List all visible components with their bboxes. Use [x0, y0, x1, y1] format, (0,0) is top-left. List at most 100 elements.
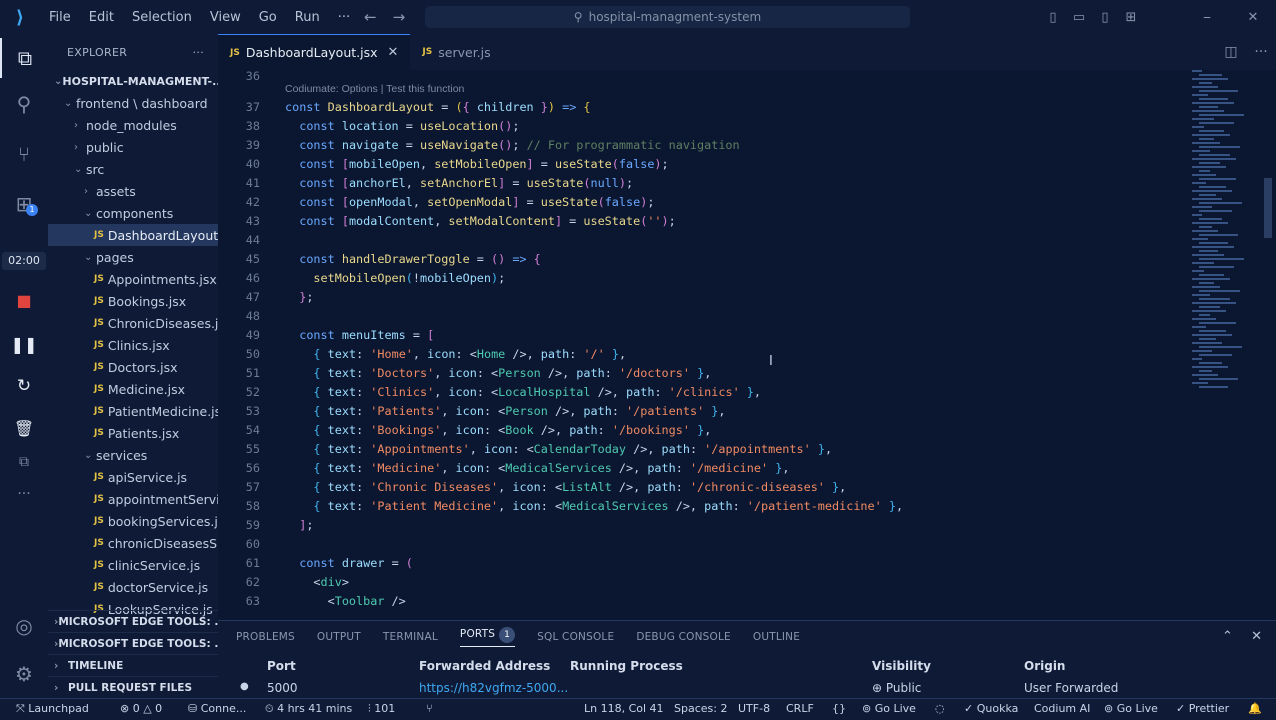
- status-encoding[interactable]: UTF-8: [738, 702, 770, 715]
- code-line[interactable]: 53 { text: 'Patients', icon: <Person />,…: [218, 402, 1188, 421]
- file-tree-item[interactable]: JS apiService.js: [48, 466, 218, 488]
- code-line[interactable]: 36: [218, 70, 1188, 86]
- panel-tab-terminal[interactable]: TERMINAL: [383, 631, 438, 643]
- pause-icon[interactable]: ❚❚: [0, 324, 48, 364]
- explorer-more-icon[interactable]: ···: [193, 46, 204, 59]
- file-tree-item[interactable]: JS chronicDiseasesS...: [48, 532, 218, 554]
- code-line[interactable]: 39 const navigate = useNavigate(); // Fo…: [218, 136, 1188, 155]
- file-tree-item[interactable]: JS Medicine.jsx: [48, 378, 218, 400]
- panel-tab-outline[interactable]: OUTLINE: [753, 631, 800, 643]
- menu-item[interactable]: Run: [286, 10, 329, 25]
- folder-tree-item[interactable]: › node_modules: [48, 114, 218, 136]
- menu-item[interactable]: View: [201, 10, 250, 25]
- menu-item[interactable]: Selection: [123, 10, 201, 25]
- close-panel-icon[interactable]: ✕: [1251, 629, 1262, 644]
- stop-recording-icon[interactable]: ■: [0, 280, 48, 320]
- code-line[interactable]: 55 { text: 'Appointments', icon: <Calend…: [218, 440, 1188, 459]
- more-icon[interactable]: ···: [0, 474, 48, 514]
- folder-tree-item[interactable]: ⌄ frontend \ dashboard: [48, 92, 218, 114]
- minimize-icon[interactable]: ⎯: [1184, 10, 1230, 25]
- code-line[interactable]: 47 };: [218, 288, 1188, 307]
- menu-item[interactable]: ···: [329, 10, 359, 25]
- status-problems[interactable]: ⊗ 0 △ 0: [120, 702, 162, 715]
- search-view-icon[interactable]: ⚲: [0, 84, 48, 124]
- menu-item[interactable]: Go: [250, 10, 286, 25]
- close-window-icon[interactable]: ✕: [1230, 10, 1276, 25]
- status-prettier[interactable]: ✓ Prettier: [1176, 702, 1229, 715]
- minimap[interactable]: [1188, 70, 1276, 620]
- code-line[interactable]: 54 { text: 'Bookings', icon: <Book />, p…: [218, 421, 1188, 440]
- status-eol[interactable]: CRLF: [786, 702, 814, 715]
- code-line[interactable]: 44: [218, 231, 1188, 250]
- folder-tree-item[interactable]: ⌄ src: [48, 158, 218, 180]
- status-check-icon[interactable]: ◌: [935, 702, 945, 715]
- file-tree-item[interactable]: JS Bookings.jsx: [48, 290, 218, 312]
- code-line[interactable]: 58 { text: 'Patient Medicine', icon: <Me…: [218, 497, 1188, 516]
- forwarded-address-link[interactable]: https://h82vgfmz-5000...: [419, 681, 568, 695]
- scrollbar-thumb[interactable]: [1264, 178, 1272, 238]
- status-position[interactable]: Ln 118, Col 41: [584, 702, 664, 715]
- file-tree-item[interactable]: JS clinicService.js: [48, 554, 218, 576]
- notifications-bell-icon[interactable]: 🔔: [1248, 702, 1262, 715]
- account-icon[interactable]: ◎: [0, 606, 48, 646]
- code-line[interactable]: 51 { text: 'Doctors', icon: <Person />, …: [218, 364, 1188, 383]
- panel-tab-ports[interactable]: PORTS 1: [459, 627, 516, 647]
- close-tab-icon[interactable]: ✕: [388, 45, 399, 60]
- code-line[interactable]: 50 { text: 'Home', icon: <Home />, path:…: [218, 345, 1188, 364]
- code-line[interactable]: 59 ];: [218, 516, 1188, 535]
- explorer-icon[interactable]: ⧉: [0, 38, 48, 78]
- section-pull-request-files[interactable]: › PULL REQUEST FILES: [48, 676, 218, 698]
- status-golive-1[interactable]: ⊚ Go Live: [862, 702, 916, 715]
- file-tree-item[interactable]: JS PatientMedicine.jsx: [48, 400, 218, 422]
- restart-icon[interactable]: ↻: [0, 366, 48, 406]
- folder-tree-item[interactable]: › public: [48, 136, 218, 158]
- status-spaces[interactable]: Spaces: 2: [674, 702, 727, 715]
- status-remote[interactable]: ⤧ Launchpad: [16, 702, 89, 716]
- folder-tree-item[interactable]: ⌄ pages: [48, 246, 218, 268]
- panel-tab-sql-console[interactable]: SQL CONSOLE: [537, 631, 614, 643]
- forward-arrow-icon[interactable]: →: [393, 8, 406, 26]
- status-golive-2[interactable]: ⊚ Go Live: [1104, 702, 1158, 715]
- file-tree-item[interactable]: JS bookingServices.js: [48, 510, 218, 532]
- code-line[interactable]: 49 const menuItems = [: [218, 326, 1188, 345]
- folder-tree-item[interactable]: ⌄ services: [48, 444, 218, 466]
- code-line[interactable]: 60: [218, 535, 1188, 554]
- code-line[interactable]: 57 { text: 'Chronic Diseases', icon: <Li…: [218, 478, 1188, 497]
- tab-dashboard-layout[interactable]: JS DashboardLayout.jsx ✕: [218, 34, 411, 70]
- file-tree-item[interactable]: JS Doctors.jsx: [48, 356, 218, 378]
- file-tree-item[interactable]: JSChronicDiseases.jsx: [48, 312, 218, 334]
- section-edge-tools-1[interactable]: › MICROSOFT EDGE TOOLS: ...: [48, 610, 218, 632]
- panel-tab-output[interactable]: OUTPUT: [317, 631, 361, 643]
- back-arrow-icon[interactable]: ←: [364, 8, 377, 26]
- code-line[interactable]: 42 const [openModal, setOpenModal] = use…: [218, 193, 1188, 212]
- status-quokka[interactable]: ✓ Quokka: [964, 702, 1018, 715]
- status-git-icon[interactable]: ⑂: [426, 702, 433, 715]
- extensions-icon[interactable]: ⊞ 1: [0, 184, 48, 224]
- explorer-root-folder[interactable]: ⌄ HOSPITAL-MANAGMENT-...: [48, 70, 218, 92]
- panel-tab-problems[interactable]: PROBLEMS: [236, 631, 295, 643]
- status-time[interactable]: ⏲ 4 hrs 41 mins: [265, 702, 352, 716]
- code-line[interactable]: 63 <Toolbar />: [218, 592, 1188, 611]
- code-line[interactable]: 41 const [anchorEl, setAnchorEl] = useSt…: [218, 174, 1188, 193]
- code-line[interactable]: 56 { text: 'Medicine', icon: <MedicalSer…: [218, 459, 1188, 478]
- code-line[interactable]: 48: [218, 307, 1188, 326]
- toggle-panel-icon[interactable]: ▭: [1066, 10, 1092, 25]
- code-line[interactable]: 61 const drawer = (: [218, 554, 1188, 573]
- section-edge-tools-2[interactable]: › MICROSOFT EDGE TOOLS: ...: [48, 632, 218, 654]
- code-line[interactable]: 52 { text: 'Clinics', icon: <LocalHospit…: [218, 383, 1188, 402]
- code-editor[interactable]: Codiumate: Options | Test this function …: [218, 70, 1188, 620]
- status-codium[interactable]: Codium AI: [1034, 702, 1090, 715]
- status-connect[interactable]: ⛁ Conne...: [188, 702, 246, 715]
- menu-item[interactable]: Edit: [80, 10, 123, 25]
- code-line[interactable]: 40 const [mobileOpen, setMobileOpen] = u…: [218, 155, 1188, 174]
- code-line[interactable]: 37 const DashboardLayout = ({ children })…: [218, 98, 1188, 117]
- status-language[interactable]: {}: [832, 702, 846, 715]
- file-tree-item[interactable]: JS Appointments.jsx: [48, 268, 218, 290]
- toggle-secondary-sidebar-icon[interactable]: ▯: [1092, 10, 1118, 25]
- section-timeline[interactable]: › TIMELINE: [48, 654, 218, 676]
- panel-tab-debug-console[interactable]: DEBUG CONSOLE: [636, 631, 731, 643]
- editor-more-icon[interactable]: ···: [1246, 44, 1276, 60]
- menu-item[interactable]: File: [40, 10, 80, 25]
- source-control-icon[interactable]: ⑂: [0, 134, 48, 174]
- file-tree-item[interactable]: JS Patients.jsx: [48, 422, 218, 444]
